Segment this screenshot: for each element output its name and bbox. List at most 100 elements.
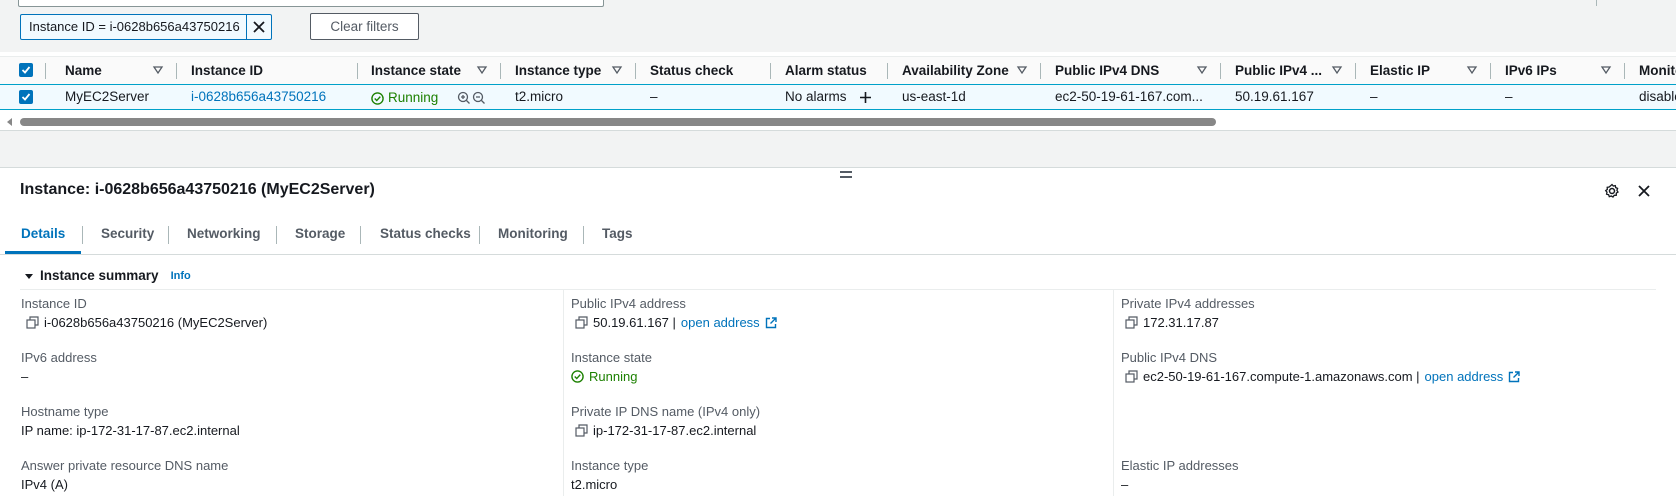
column-public-ip[interactable]: Public IPv4 ... (1235, 57, 1322, 84)
scroll-left-arrow[interactable] (7, 118, 12, 126)
instance-id-value: i-0628b656a43750216 (MyEC2Server) (26, 315, 267, 330)
info-link[interactable]: Info (171, 270, 191, 282)
column-name[interactable]: Name (65, 57, 102, 84)
tab-details[interactable]: Details (5, 220, 82, 254)
summary-header[interactable]: Instance summary Info (24, 268, 191, 283)
answer-dns-value: IPv4 (A) (21, 477, 68, 492)
column-instance-state[interactable]: Instance state (371, 57, 461, 84)
tab-tags[interactable]: Tags (602, 220, 633, 254)
add-icon[interactable] (859, 91, 872, 104)
sort-icon[interactable] (1331, 64, 1343, 76)
answer-dns-label: Answer private resource DNS name (21, 458, 229, 473)
cell-ipv6: – (1505, 89, 1513, 104)
cell-state: Running (371, 85, 438, 111)
open-address-link[interactable]: open address (681, 315, 760, 330)
column-elastic-ip[interactable]: Elastic IP (1370, 57, 1430, 84)
summary-title: Instance summary (40, 268, 159, 283)
sort-icon[interactable] (476, 64, 488, 76)
tab-bar: Details Security Networking Storage Stat… (0, 220, 1676, 255)
close-icon[interactable] (1637, 184, 1651, 198)
cell-az: us-east-1d (902, 89, 966, 104)
ipv6-label: IPv6 address (21, 350, 97, 365)
caret-down-icon (25, 273, 33, 279)
row-checkbox[interactable] (19, 90, 33, 104)
private-ipv4-label: Private IPv4 addresses (1121, 296, 1255, 311)
open-address-link[interactable]: open address (1425, 369, 1504, 384)
column-monitoring[interactable]: Monito (1639, 57, 1676, 84)
table-row[interactable]: MyEC2Server i-0628b656a43750216 Running … (0, 84, 1676, 110)
cell-public-dns: ec2-50-19-61-167.com... (1055, 89, 1203, 104)
external-link-icon[interactable] (1508, 370, 1521, 383)
pagination-remnant (1596, 0, 1597, 6)
external-link-icon[interactable] (765, 316, 777, 329)
settings-icon[interactable] (1604, 183, 1620, 199)
checkbox-icon (21, 66, 31, 74)
cell-name: MyEC2Server (65, 89, 150, 104)
column-ipv6[interactable]: IPv6 IPs (1505, 57, 1557, 84)
sort-icon[interactable] (152, 64, 164, 76)
column-public-dns[interactable]: Public IPv4 DNS (1055, 57, 1159, 84)
table-header: Name Instance ID Instance state Instance… (0, 56, 1676, 85)
column-divider (1113, 290, 1114, 496)
tab-storage[interactable]: Storage (295, 220, 345, 254)
clear-filters-button[interactable]: Clear filters (310, 13, 419, 40)
status-ok-icon (571, 370, 584, 383)
resize-handle[interactable] (840, 171, 852, 178)
hostname-type-label: Hostname type (21, 404, 109, 419)
filter-token-text: Instance ID = i-0628b656a43750216 (21, 15, 247, 39)
sort-icon[interactable] (611, 64, 623, 76)
split-divider (0, 130, 1676, 168)
cell-public-ip: 50.19.61.167 (1235, 89, 1314, 104)
cell-type: t2.micro (515, 89, 564, 104)
instance-type-value: t2.micro (571, 477, 618, 492)
status-ok-icon (371, 91, 384, 105)
instance-id-link[interactable]: i-0628b656a43750216 (191, 85, 326, 111)
select-all-checkbox[interactable] (19, 63, 33, 77)
sort-icon[interactable] (1196, 64, 1208, 76)
cell-monitoring: disable (1639, 89, 1676, 104)
copy-icon[interactable] (1125, 316, 1138, 329)
column-instance-id[interactable]: Instance ID (191, 57, 263, 84)
summary-divider (20, 289, 1656, 290)
column-availability-zone[interactable]: Availability Zone (902, 57, 1009, 84)
zoom-in-icon[interactable] (457, 91, 471, 105)
elastic-ip-label: Elastic IP addresses (1121, 458, 1239, 473)
private-dns-label: Private IP DNS name (IPv4 only) (571, 404, 761, 419)
copy-icon[interactable] (26, 316, 39, 329)
hostname-type-value: IP name: ip-172-31-17-87.ec2.internal (21, 423, 240, 438)
copy-icon[interactable] (1125, 370, 1138, 383)
column-alarm-status[interactable]: Alarm status (785, 57, 867, 84)
remove-filter-button[interactable] (247, 15, 271, 39)
scrollbar-thumb[interactable] (20, 118, 1216, 126)
public-dns-value: ec2-50-19-61-167.compute-1.amazonaws.com… (1125, 369, 1521, 384)
sort-icon[interactable] (1600, 64, 1612, 76)
cell-status-check: – (650, 89, 658, 104)
filter-token[interactable]: Instance ID = i-0628b656a43750216 (20, 14, 272, 40)
column-divider (563, 290, 564, 496)
private-dns-value: ip-172-31-17-87.ec2.internal (575, 423, 756, 438)
column-status-check[interactable]: Status check (650, 57, 733, 84)
tab-monitoring[interactable]: Monitoring (498, 220, 568, 254)
tab-status-checks[interactable]: Status checks (380, 220, 471, 254)
instance-type-label: Instance type (571, 458, 649, 473)
copy-icon[interactable] (575, 424, 588, 437)
sort-icon[interactable] (1016, 64, 1028, 76)
copy-icon[interactable] (575, 316, 588, 329)
state-text: Running (388, 90, 439, 105)
instance-state-value: Running (571, 369, 637, 384)
public-ipv4-label: Public IPv4 address (571, 296, 686, 311)
public-dns-label: Public IPv4 DNS (1121, 350, 1218, 365)
search-input[interactable] (18, 0, 604, 7)
tab-networking[interactable]: Networking (187, 220, 261, 254)
zoom-out-icon[interactable] (472, 91, 486, 105)
sort-icon[interactable] (1466, 64, 1478, 76)
elastic-ip-value: – (1121, 477, 1129, 492)
instance-id-label: Instance ID (21, 296, 87, 311)
tab-security[interactable]: Security (101, 220, 154, 254)
panel-title: Instance: i-0628b656a43750216 (MyEC2Serv… (20, 181, 375, 198)
ipv6-value: – (21, 369, 29, 384)
private-ipv4-value: 172.31.17.87 (1125, 315, 1219, 330)
public-ipv4-value: 50.19.61.167 | open address (575, 315, 777, 330)
close-icon (253, 21, 265, 33)
column-instance-type[interactable]: Instance type (515, 57, 601, 84)
